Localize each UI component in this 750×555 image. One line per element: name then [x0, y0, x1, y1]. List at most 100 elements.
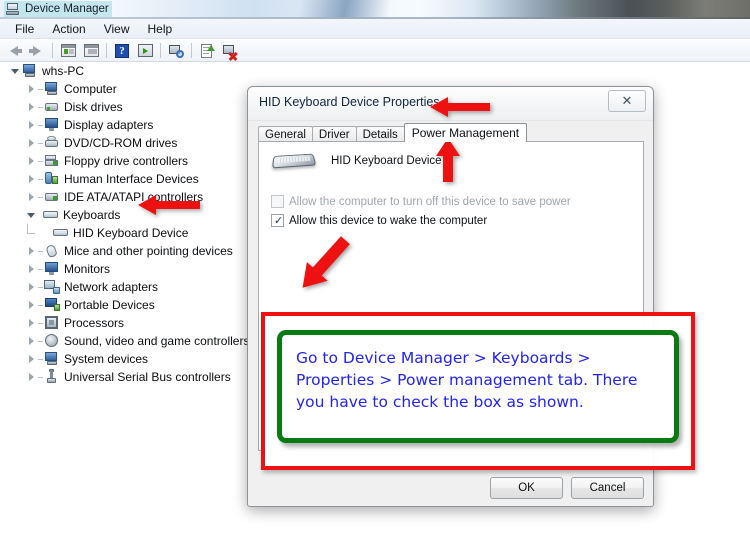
tree-label: Computer [64, 82, 117, 96]
toolbar-separator [191, 43, 192, 58]
menu-help[interactable]: Help [139, 20, 182, 38]
close-button[interactable]: ✕ [608, 90, 646, 112]
device-header: HID Keyboard Device [271, 150, 442, 172]
checkbox-box[interactable]: ✓ [271, 214, 284, 227]
chevron-right-icon[interactable] [24, 170, 38, 188]
menu-bar: File Action View Help [0, 19, 750, 39]
tree-connector [38, 340, 43, 342]
tree-connector [38, 106, 43, 108]
toolbar-update-driver-button[interactable] [196, 41, 218, 61]
tree-label: Keyboards [63, 208, 121, 222]
chevron-right-icon[interactable] [24, 350, 38, 368]
close-icon: ✕ [621, 93, 633, 109]
checkbox-allow-turn-off-device[interactable]: Allow the computer to turn off this devi… [271, 195, 571, 208]
device-name-label: HID Keyboard Device [331, 155, 442, 167]
chevron-right-icon[interactable] [24, 368, 38, 386]
tree-label: Universal Serial Bus controllers [64, 370, 231, 384]
toolbar-console-button[interactable] [134, 41, 156, 61]
chevron-down-icon[interactable] [8, 62, 22, 80]
tree-label: Monitors [64, 262, 111, 276]
chevron-right-icon[interactable] [24, 98, 38, 116]
chevron-right-icon[interactable] [24, 332, 38, 350]
toolbar-scan-hardware-button[interactable] [165, 41, 187, 61]
chevron-right-icon[interactable] [24, 260, 38, 278]
toolbar-properties-button[interactable] [80, 41, 102, 61]
check-icon: ✓ [274, 214, 284, 227]
toolbar-separator [106, 43, 107, 58]
chevron-down-icon[interactable] [24, 206, 38, 224]
chevron-right-icon[interactable] [24, 314, 38, 332]
toolbar-help-button[interactable]: ? [111, 41, 133, 61]
device-manager-icon [6, 2, 20, 16]
mouse-icon [44, 243, 60, 259]
tree-connector [38, 88, 43, 90]
portable-device-icon [44, 297, 60, 313]
toolbar-forward-button[interactable] [26, 41, 48, 61]
tree-label: Disk drives [64, 100, 123, 114]
tree-connector [38, 376, 43, 378]
tree-connector [27, 224, 28, 233]
network-adapter-icon [44, 279, 60, 295]
hid-icon [44, 171, 60, 187]
tree-connector [38, 178, 43, 180]
tree-connector [38, 142, 43, 144]
tree-label: whs-PC [42, 64, 85, 78]
arrow-to-dialog-title [430, 97, 490, 117]
help-icon: ? [115, 43, 129, 58]
chevron-right-icon[interactable] [24, 278, 38, 296]
arrow-to-power-management-tab [436, 138, 460, 182]
tree-connector [38, 286, 43, 288]
checkbox-label: Allow this device to wake the computer [289, 214, 488, 227]
tab-power-management[interactable]: Power Management [403, 123, 528, 142]
checkbox-allow-device-to-wake-computer[interactable]: ✓ Allow this device to wake the computer [271, 214, 487, 227]
monitor-icon [44, 261, 60, 277]
ide-controller-icon [44, 189, 60, 205]
toolbar-separator [52, 43, 53, 58]
window-title-group: Device Manager [4, 1, 112, 17]
chevron-right-icon[interactable] [24, 188, 38, 206]
tree-connector [38, 160, 43, 162]
toolbar-show-hidden-devices-button[interactable] [57, 41, 79, 61]
tree-label: Network adapters [64, 280, 159, 294]
tree-connector [38, 250, 43, 252]
scan-for-hardware-changes-icon [168, 44, 184, 58]
toolbar-uninstall-button[interactable] [219, 41, 241, 61]
ok-button[interactable]: OK [490, 477, 563, 499]
tab-details[interactable]: Details [355, 126, 405, 142]
tree-label: Sound, video and game controllers [64, 334, 250, 348]
tree-label: Mice and other pointing devices [64, 244, 233, 258]
tree-connector [38, 196, 43, 198]
chevron-right-icon[interactable] [24, 134, 38, 152]
chevron-right-icon[interactable] [24, 152, 38, 170]
chevron-right-icon[interactable] [24, 80, 38, 98]
tree-root-whs-pc[interactable]: whs-PC [0, 62, 750, 80]
usb-controller-icon [44, 369, 60, 385]
tree-label: Floppy drive controllers [64, 154, 189, 168]
tree-label: System devices [64, 352, 149, 366]
chevron-right-icon[interactable] [24, 242, 38, 260]
chevron-right-icon[interactable] [24, 296, 38, 314]
back-arrow-icon [10, 45, 22, 56]
tree-connector [27, 233, 35, 234]
system-device-icon [44, 351, 60, 367]
update-driver-icon [200, 43, 215, 58]
keyboard-icon [53, 225, 69, 241]
dialog-tabstrip: General Driver Details Power Management [258, 123, 528, 142]
tree-label: Portable Devices [64, 298, 155, 312]
chevron-right-icon[interactable] [24, 116, 38, 134]
keyboard-device-icon [271, 150, 317, 172]
floppy-controller-icon [44, 153, 60, 169]
tree-label: Display adapters [64, 118, 154, 132]
menu-view[interactable]: View [95, 20, 139, 38]
dialog-title: HID Keyboard Device Properties [259, 95, 440, 109]
menu-file[interactable]: File [6, 20, 43, 38]
tab-driver[interactable]: Driver [311, 126, 357, 142]
menu-action[interactable]: Action [43, 20, 94, 38]
forward-arrow-icon [29, 45, 41, 56]
checkbox-box[interactable] [271, 195, 284, 208]
cancel-button[interactable]: Cancel [571, 477, 644, 499]
arrow-to-wake-checkbox [302, 236, 350, 288]
uninstall-device-icon [222, 44, 238, 61]
tab-general[interactable]: General [258, 126, 313, 142]
toolbar-back-button[interactable] [3, 41, 25, 61]
